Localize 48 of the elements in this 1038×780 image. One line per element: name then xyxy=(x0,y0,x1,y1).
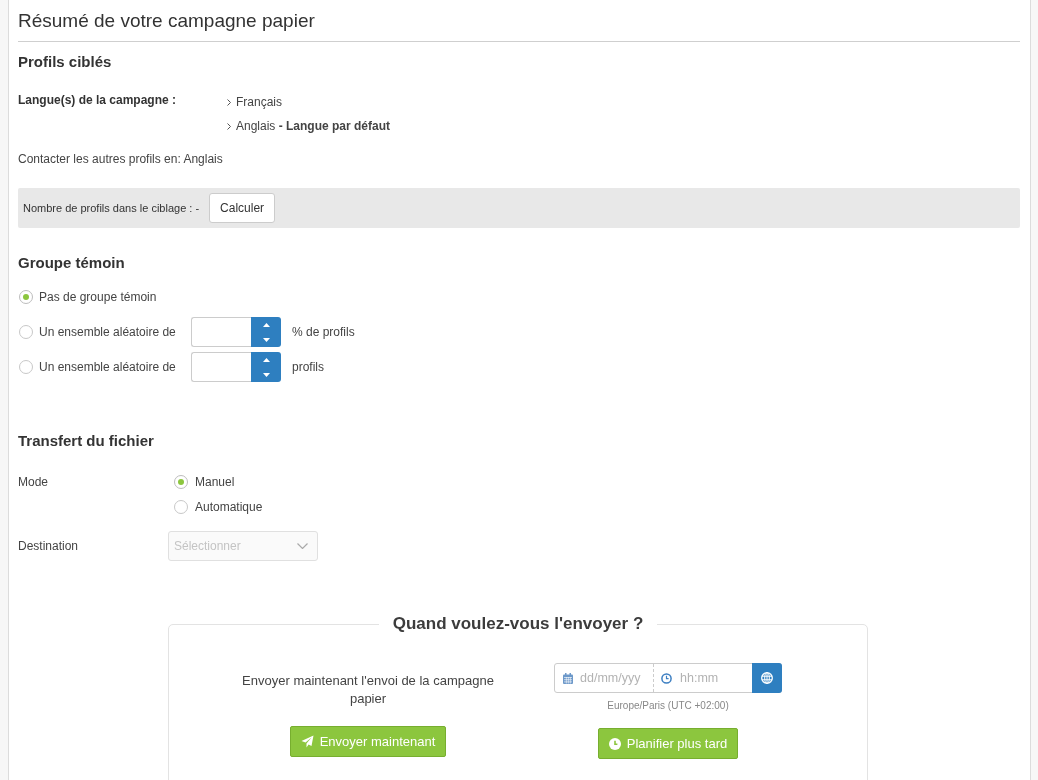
radio-button[interactable] xyxy=(19,360,33,374)
panel-legend: Quand voulez-vous l'envoyer ? xyxy=(378,613,658,635)
decrement-button[interactable] xyxy=(251,367,281,382)
page-title: Résumé de votre campagne papier xyxy=(18,9,316,33)
caret-up-icon xyxy=(262,357,270,362)
unit-label: profils xyxy=(292,359,324,376)
send-now-text: Envoyer maintenant l'envoi de la campagne papier xyxy=(241,672,495,708)
field-label: Mode xyxy=(18,474,50,491)
field-label: Destination xyxy=(18,538,80,555)
radio-button[interactable] xyxy=(19,290,33,304)
paper-plane-icon xyxy=(300,735,314,748)
increment-button[interactable] xyxy=(251,317,281,332)
field-label: Langue(s) de la campagne : xyxy=(18,92,178,109)
chevron-right-icon xyxy=(227,98,231,106)
clock-icon xyxy=(608,737,621,750)
section-heading: Profils ciblés xyxy=(18,52,113,72)
timezone-text: Europe/Paris (UTC +02:00) xyxy=(607,699,729,713)
caret-down-icon xyxy=(262,337,270,342)
radio-label: Un ensemble aléatoire de xyxy=(39,359,177,376)
section-heading: Transfert du fichier xyxy=(18,431,155,451)
info-text: Contacter les autres profils en: Anglais xyxy=(18,151,224,168)
unit-label: % de profils xyxy=(292,324,355,341)
timezone-button[interactable] xyxy=(752,663,782,693)
clock-icon xyxy=(661,672,672,684)
calendar-icon xyxy=(563,672,573,684)
date-field[interactable]: dd/mm/yyy xyxy=(580,668,654,688)
count-label: Nombre de profils dans le ciblage : - xyxy=(23,200,200,216)
radio-label: Un ensemble aléatoire de xyxy=(39,324,177,341)
radio-label: Manuel xyxy=(195,474,235,491)
language-item: Français xyxy=(236,94,282,111)
language-item: Anglais - Langue par défaut xyxy=(236,118,391,135)
radio-button[interactable] xyxy=(19,325,33,339)
radio-button[interactable] xyxy=(174,500,188,514)
calculate-button[interactable]: Calculer xyxy=(209,193,276,223)
radio-label: Automatique xyxy=(195,499,263,516)
send-now-button[interactable]: Envoyer maintenant xyxy=(289,726,447,757)
time-field[interactable]: hh:mm xyxy=(680,668,740,688)
radio-button[interactable] xyxy=(174,475,188,489)
chevron-down-icon xyxy=(297,543,308,549)
increment-button[interactable] xyxy=(251,352,281,367)
schedule-later-button[interactable]: Planifier plus tard xyxy=(597,728,739,759)
decrement-button[interactable] xyxy=(251,332,281,347)
chevron-right-icon xyxy=(227,122,231,130)
globe-icon xyxy=(761,672,773,684)
caret-up-icon xyxy=(262,322,270,327)
section-heading: Groupe témoin xyxy=(18,253,126,273)
radio-label: Pas de groupe témoin xyxy=(39,289,157,306)
caret-down-icon xyxy=(262,372,270,377)
